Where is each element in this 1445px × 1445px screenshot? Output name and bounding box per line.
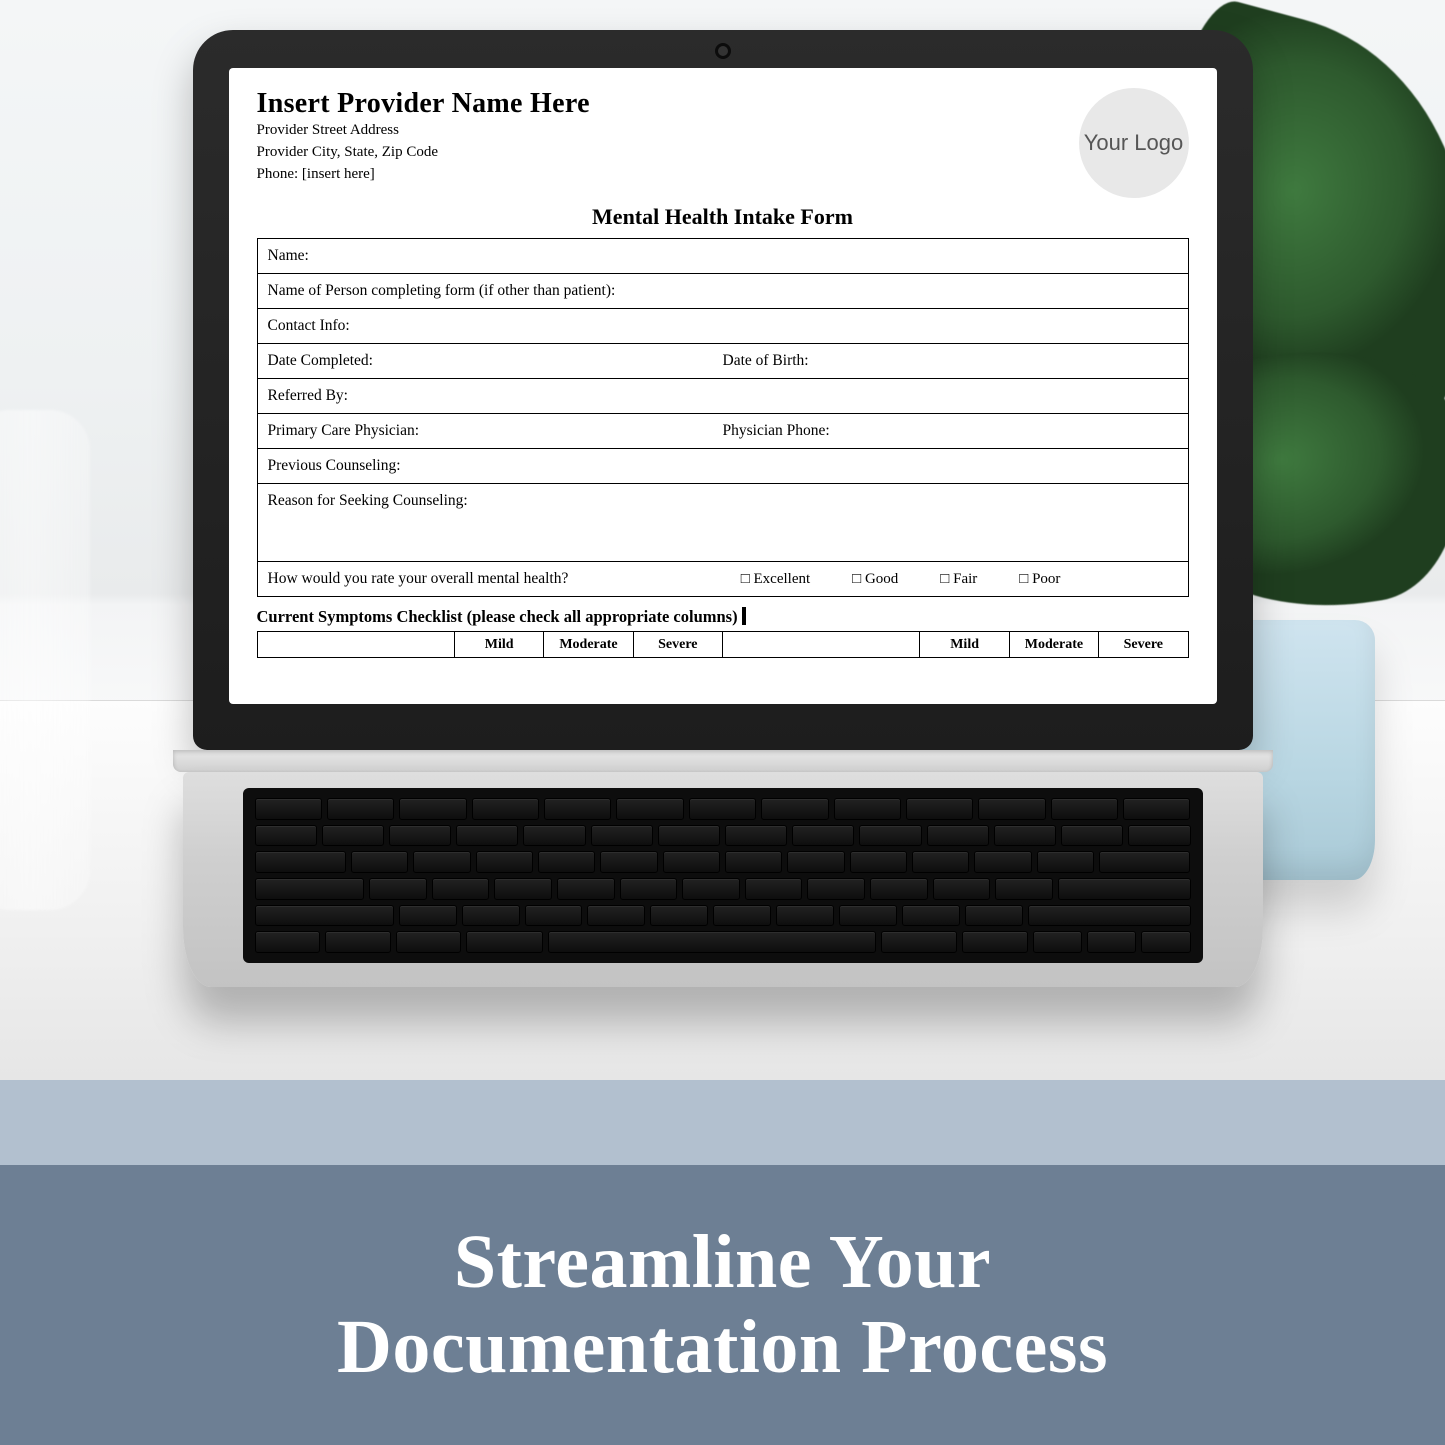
rating-option[interactable]: Poor xyxy=(1019,571,1060,588)
banner-accent-strip xyxy=(0,1080,1445,1165)
glass-decor xyxy=(0,410,90,910)
rating-option[interactable]: Good xyxy=(852,571,898,588)
laptop-lid: Insert Provider Name Here Provider Stree… xyxy=(193,30,1253,750)
provider-block: Insert Provider Name Here Provider Stree… xyxy=(257,88,590,198)
field-reason[interactable]: Reason for Seeking Counseling: xyxy=(257,484,1188,562)
col-moderate: Moderate xyxy=(1009,632,1098,658)
field-name[interactable]: Name: xyxy=(257,239,1188,274)
photo-background: Insert Provider Name Here Provider Stree… xyxy=(0,0,1445,1080)
col-severe: Severe xyxy=(1099,632,1188,658)
field-prev-counseling[interactable]: Previous Counseling: xyxy=(257,449,1188,484)
form-title: Mental Health Intake Form xyxy=(257,204,1189,230)
provider-street: Provider Street Address xyxy=(257,120,590,142)
label-pcp-phone: Physician Phone: xyxy=(723,422,830,440)
col-mild: Mild xyxy=(454,632,543,658)
rating-options: Excellent Good Fair Poor xyxy=(741,571,1178,588)
col-moderate: Moderate xyxy=(544,632,633,658)
banner-tagline: Streamline Your Documentation Process xyxy=(337,1220,1108,1390)
label-date-completed: Date Completed: xyxy=(268,352,723,370)
intake-form-table: Name: Name of Person completing form (if… xyxy=(257,238,1189,597)
checklist-heading: Current Symptoms Checklist (please check… xyxy=(257,607,1189,627)
table-row: Mild Moderate Severe Mild Moderate Sever… xyxy=(257,632,1188,658)
webcam-icon xyxy=(718,46,728,56)
product-mockup-scene: Insert Provider Name Here Provider Stree… xyxy=(0,0,1445,1445)
laptop-base xyxy=(173,750,1273,1010)
rating-option[interactable]: Excellent xyxy=(741,571,810,588)
symptoms-table: Mild Moderate Severe Mild Moderate Sever… xyxy=(257,631,1189,658)
col-severe: Severe xyxy=(633,632,722,658)
rating-option[interactable]: Fair xyxy=(940,571,977,588)
provider-city: Provider City, State, Zip Code xyxy=(257,142,590,164)
field-completer[interactable]: Name of Person completing form (if other… xyxy=(257,274,1188,309)
document-preview: Insert Provider Name Here Provider Stree… xyxy=(229,68,1217,704)
field-referred[interactable]: Referred By: xyxy=(257,379,1188,414)
text-cursor-icon xyxy=(742,607,746,625)
rating-question: How would you rate your overall mental h… xyxy=(268,570,741,588)
banner-main: Streamline Your Documentation Process xyxy=(0,1165,1445,1445)
field-rating[interactable]: How would you rate your overall mental h… xyxy=(257,562,1188,597)
provider-name: Insert Provider Name Here xyxy=(257,88,590,120)
col-mild: Mild xyxy=(920,632,1009,658)
field-dates[interactable]: Date Completed: Date of Birth: xyxy=(257,344,1188,379)
keyboard-icon xyxy=(243,788,1203,963)
provider-phone: Phone: [insert here] xyxy=(257,164,590,186)
label-pcp: Primary Care Physician: xyxy=(268,422,723,440)
label-dob: Date of Birth: xyxy=(723,352,809,370)
laptop-mockup: Insert Provider Name Here Provider Stree… xyxy=(193,30,1253,1010)
field-pcp[interactable]: Primary Care Physician: Physician Phone: xyxy=(257,414,1188,449)
logo-placeholder: Your Logo xyxy=(1079,88,1189,198)
logo-placeholder-text: Your Logo xyxy=(1084,131,1184,155)
field-contact[interactable]: Contact Info: xyxy=(257,309,1188,344)
